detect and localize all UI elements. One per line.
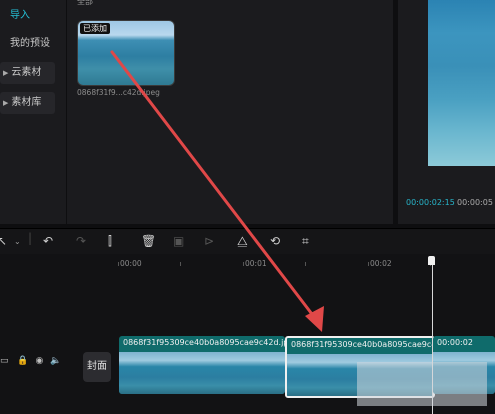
arrow-shaft xyxy=(110,50,320,324)
annotation-arrow xyxy=(110,50,324,332)
